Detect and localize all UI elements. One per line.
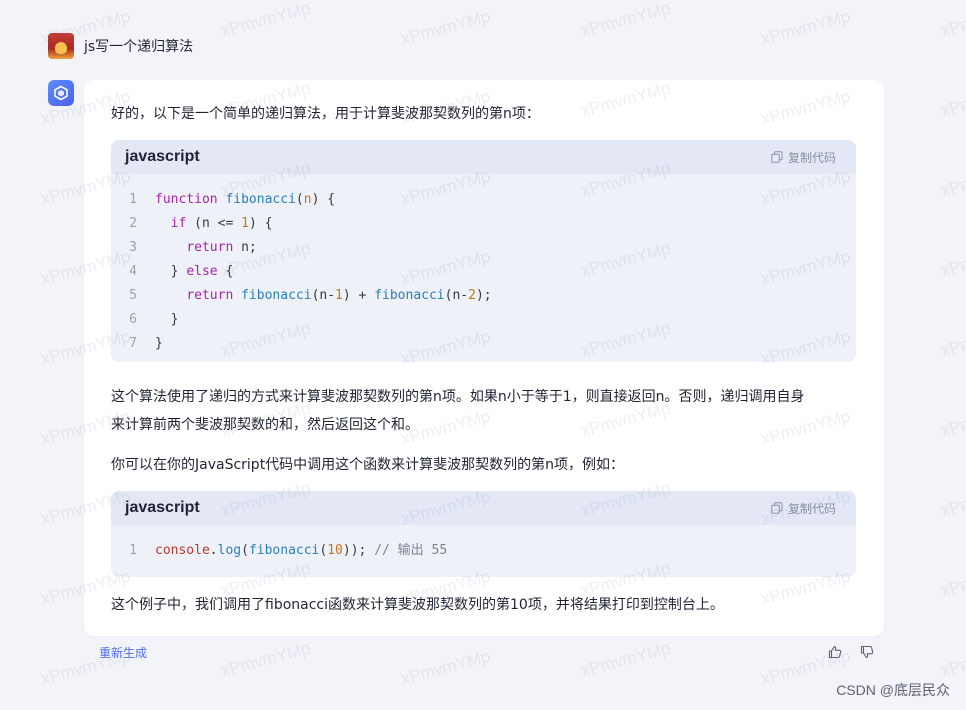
code-block-function: javascript 复制代码 1 function fibonacci(n) {… — [111, 140, 856, 362]
explanation-line-1: 这个算法使用了递归的方式来计算斐波那契数列的第n项。如果n小于等于1，则直接返回… — [111, 389, 805, 405]
code-text: return n; — [186, 240, 257, 255]
csdn-author-watermark: CSDN @底层民众 — [836, 682, 950, 698]
user-message-text: js写一个递归算法 — [84, 39, 194, 55]
code-line: 5 return fibonacci(n-1) + fibonacci(n-2)… — [111, 284, 856, 308]
watermark-text: xPmvmYMp — [938, 158, 966, 201]
code-text: } else { — [155, 264, 234, 279]
copy-code-button[interactable]: 复制代码 — [771, 149, 836, 166]
line-number: 1 — [129, 543, 137, 558]
code-line: 6 } — [111, 308, 856, 332]
code-block-header: javascript 复制代码 — [111, 491, 856, 525]
code-line: 4 } else { — [111, 260, 856, 284]
line-number: 7 — [129, 336, 137, 351]
line-number: 6 — [129, 312, 137, 327]
thumbs-up-icon[interactable] — [828, 645, 842, 659]
cube-logo-icon — [54, 85, 68, 101]
watermark-text: xPmvmYMp — [218, 0, 313, 41]
code-language-label: javascript — [125, 148, 200, 165]
code-line: 1 function fibonacci(n) { — [111, 188, 856, 212]
copy-code-label: 复制代码 — [787, 501, 836, 516]
thumbs-down-icon[interactable] — [860, 645, 874, 659]
watermark-text: xPmvmYMp — [938, 638, 966, 681]
code-text: } — [155, 336, 163, 351]
code-text: } — [155, 312, 179, 327]
watermark-text: xPmvmYMp — [938, 398, 966, 441]
line-number: 2 — [129, 216, 137, 231]
code-text: return fibonacci(n-1) + fibonacci(n-2); — [186, 288, 492, 303]
usage-intro: 你可以在你的JavaScript代码中调用这个函数来计算斐波那契数列的第n项，例… — [111, 457, 625, 473]
code-block-body: 1 console.log(fibonacci(10)); // 输出 55 — [111, 525, 856, 577]
code-block-body: 1 function fibonacci(n) {2 if (n <= 1) {3… — [111, 174, 856, 362]
code-block-usage: javascript 复制代码 1 console.log(fibonacci(1… — [111, 491, 856, 577]
line-number: 5 — [129, 288, 137, 303]
user-avatar — [48, 33, 74, 59]
copy-icon — [771, 151, 783, 163]
watermark-text: xPmvmYMp — [938, 78, 966, 121]
regenerate-button[interactable]: 重新生成 — [99, 644, 147, 661]
explanation-line-2: 来计算前两个斐波那契数的和，然后返回这个和。 — [111, 417, 419, 433]
watermark-text: xPmvmYMp — [938, 478, 966, 521]
code-text: if (n <= 1) { — [170, 216, 273, 231]
assistant-avatar — [48, 80, 74, 106]
line-number: 1 — [129, 192, 137, 207]
code-line: 7} — [111, 332, 856, 356]
watermark-text: xPmvmYMp — [938, 318, 966, 361]
user-message-row: js写一个递归算法 — [48, 33, 193, 59]
answer-actions: 重新生成 — [99, 643, 874, 661]
code-line: 2 if (n <= 1) { — [111, 212, 856, 236]
line-number: 4 — [129, 264, 137, 279]
answer-conclusion: 这个例子中，我们调用了fibonacci函数来计算斐波那契数列的第10项，并将结… — [111, 597, 724, 613]
code-text: function fibonacci(n) { — [155, 192, 336, 207]
answer-intro: 好的，以下是一个简单的递归算法，用于计算斐波那契数列的第n项： — [111, 106, 540, 122]
line-number: 3 — [129, 240, 137, 255]
code-line: 1 console.log(fibonacci(10)); // 输出 55 — [111, 539, 856, 563]
code-block-header: javascript 复制代码 — [111, 140, 856, 174]
code-language-label: javascript — [125, 499, 200, 516]
watermark-text: xPmvmYMp — [938, 558, 966, 601]
watermark-text: xPmvmYMp — [938, 238, 966, 281]
code-text: console.log(fibonacci(10)); // 输出 55 — [155, 543, 448, 558]
code-line: 3 return n; — [111, 236, 856, 260]
assistant-answer-card: 好的，以下是一个简单的递归算法，用于计算斐波那契数列的第n项： javascri… — [84, 80, 884, 636]
watermark-text: xPmvmYMp — [578, 0, 673, 41]
copy-code-button[interactable]: 复制代码 — [771, 500, 836, 517]
watermark-text: xPmvmYMp — [758, 6, 853, 49]
feedback-buttons — [828, 645, 874, 659]
copy-icon — [771, 502, 783, 514]
watermark-text: xPmvmYMp — [398, 6, 493, 49]
copy-code-label: 复制代码 — [787, 150, 836, 165]
watermark-text: xPmvmYMp — [938, 0, 966, 41]
